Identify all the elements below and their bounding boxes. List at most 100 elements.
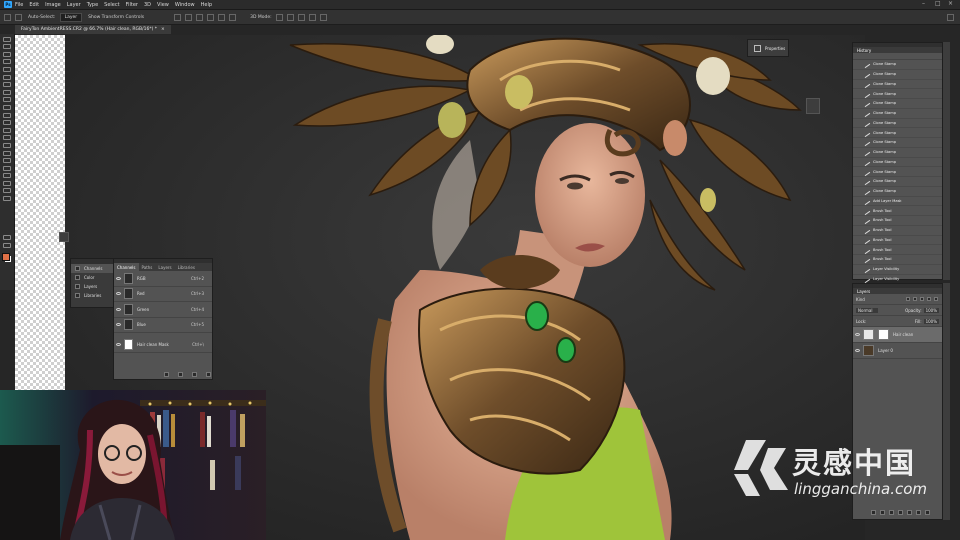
visibility-eye-icon[interactable] (116, 342, 121, 346)
screen-mode-icon[interactable] (3, 242, 11, 248)
3d-orbit-icon[interactable] (275, 13, 283, 21)
history-state[interactable]: Clone Stamp (853, 177, 942, 187)
clone-stamp-tool-icon[interactable] (3, 104, 11, 110)
3d-pan-icon[interactable] (297, 13, 305, 21)
align-center-icon[interactable] (185, 13, 193, 21)
add-mask-icon[interactable] (889, 510, 894, 515)
properties-panel-button[interactable]: Properties (747, 39, 789, 57)
new-layer-icon[interactable] (916, 510, 921, 515)
workspace-icon[interactable] (947, 13, 954, 21)
channel-row[interactable]: RGB Ctrl+2 (114, 271, 212, 287)
menu-layer[interactable]: Layer (67, 2, 81, 8)
eraser-tool-icon[interactable] (3, 120, 11, 126)
history-state[interactable]: Brush Tool (853, 216, 942, 226)
layer-mask-thumbnail[interactable] (878, 329, 889, 340)
tab-layers[interactable]: Layers (155, 265, 174, 270)
history-brush-tool-icon[interactable] (3, 112, 11, 118)
eyedropper-tool-icon[interactable] (3, 82, 11, 88)
lasso-tool-icon[interactable] (3, 51, 11, 57)
path-selection-tool-icon[interactable] (3, 165, 11, 171)
zoom-tool-icon[interactable] (3, 188, 11, 194)
show-transform-checkbox[interactable]: Show Transform Controls (88, 15, 144, 20)
tab-paths[interactable]: Paths (139, 265, 156, 270)
visibility-eye-icon[interactable] (116, 292, 121, 296)
quick-mask-icon[interactable] (3, 235, 11, 241)
visibility-eye-icon[interactable] (116, 323, 121, 327)
filter-smart-icon[interactable] (934, 297, 938, 301)
history-state[interactable]: Brush Tool (853, 255, 942, 265)
close-tab-icon[interactable]: × (161, 27, 165, 32)
new-group-icon[interactable] (907, 510, 912, 515)
menu-edit[interactable]: Edit (29, 2, 39, 8)
channel-row[interactable]: Blue Ctrl+5 (114, 318, 212, 333)
history-state[interactable]: Brush Tool (853, 235, 942, 246)
adjustment-layer-icon[interactable] (898, 510, 903, 515)
delete-channel-icon[interactable] (206, 372, 211, 377)
dock-libraries[interactable]: Libraries (71, 291, 113, 300)
history-state[interactable]: Clone Stamp (853, 99, 942, 109)
history-state[interactable]: Clone Stamp (853, 69, 942, 80)
history-state[interactable]: Clone Stamp (853, 186, 942, 197)
blend-mode-dropdown[interactable]: Normal (856, 307, 879, 313)
history-state[interactable]: Clone Stamp (853, 147, 942, 158)
close-icon[interactable]: × (948, 0, 953, 7)
3d-scale-icon[interactable] (319, 13, 327, 21)
document-tab[interactable]: FairyTon AmbientRESS.CR2 @ 66.7% (Hair c… (15, 25, 171, 34)
dodge-tool-icon[interactable] (3, 142, 11, 148)
channel-row[interactable]: Red Ctrl+3 (114, 287, 212, 302)
menu-type[interactable]: Type (87, 2, 98, 8)
more-tools-icon[interactable] (3, 196, 11, 202)
save-selection-icon[interactable] (178, 372, 183, 377)
opacity-input[interactable]: 100% (923, 307, 939, 313)
blur-tool-icon[interactable] (3, 135, 11, 141)
type-tool-icon[interactable] (3, 158, 11, 164)
filter-shape-icon[interactable] (927, 297, 931, 301)
brush-tool-icon[interactable] (3, 97, 11, 103)
visibility-eye-icon[interactable] (116, 276, 121, 280)
menu-filter[interactable]: Filter (126, 2, 138, 8)
load-selection-icon[interactable] (164, 372, 169, 377)
filter-adjustment-icon[interactable] (913, 297, 917, 301)
filter-type-icon[interactable] (920, 297, 924, 301)
link-layers-icon[interactable] (871, 510, 876, 515)
menu-image[interactable]: Image (45, 2, 61, 8)
home-icon[interactable] (4, 13, 11, 21)
menu-help[interactable]: Help (201, 2, 212, 8)
channel-row[interactable]: Hair clean Mask Ctrl+\ (114, 337, 212, 353)
filter-pixel-icon[interactable] (906, 297, 910, 301)
auto-select-dropdown[interactable]: Layer (59, 12, 83, 22)
align-left-icon[interactable] (174, 13, 182, 21)
frame-tool-icon[interactable] (3, 74, 11, 80)
history-scrollbar[interactable] (943, 42, 950, 280)
dock-channels[interactable]: Channels (71, 264, 113, 273)
dock-color[interactable]: Color (71, 273, 113, 282)
filter-kind-dropdown[interactable]: Kind (856, 297, 865, 302)
channel-row[interactable]: Green Ctrl+4 (114, 302, 212, 318)
layer-row[interactable]: Layer 0 (853, 343, 942, 359)
align-middle-icon[interactable] (218, 13, 226, 21)
menu-window[interactable]: Window (175, 2, 195, 8)
visibility-eye-icon[interactable] (855, 349, 860, 352)
history-state[interactable]: Clone Stamp (853, 157, 942, 168)
menu-3d[interactable]: 3D (144, 2, 151, 8)
visibility-eye-icon[interactable] (116, 307, 121, 311)
visibility-eye-icon[interactable] (855, 333, 860, 336)
new-channel-icon[interactable] (192, 372, 197, 377)
layer-row[interactable]: Hair clean (853, 327, 942, 343)
3d-roll-icon[interactable] (286, 13, 294, 21)
history-state[interactable]: Clone Stamp (853, 118, 942, 129)
tab-libraries[interactable]: Libraries (175, 265, 198, 270)
move-tool-icon[interactable] (15, 13, 22, 21)
history-state[interactable]: Clone Stamp (853, 79, 942, 90)
dock-layers[interactable]: Layers (71, 282, 113, 291)
healing-brush-tool-icon[interactable] (3, 89, 11, 95)
pen-tool-icon[interactable] (3, 150, 11, 156)
fill-input[interactable]: 100% (923, 318, 939, 324)
delete-layer-icon[interactable] (925, 510, 930, 515)
menu-file[interactable]: File (15, 2, 23, 8)
quick-select-tool-icon[interactable] (3, 59, 11, 65)
marquee-tool-icon[interactable] (3, 44, 11, 50)
history-state[interactable]: Layer Visibility (853, 264, 942, 275)
properties-expand-icon[interactable] (806, 98, 820, 114)
history-state[interactable]: Clone Stamp (853, 60, 942, 70)
